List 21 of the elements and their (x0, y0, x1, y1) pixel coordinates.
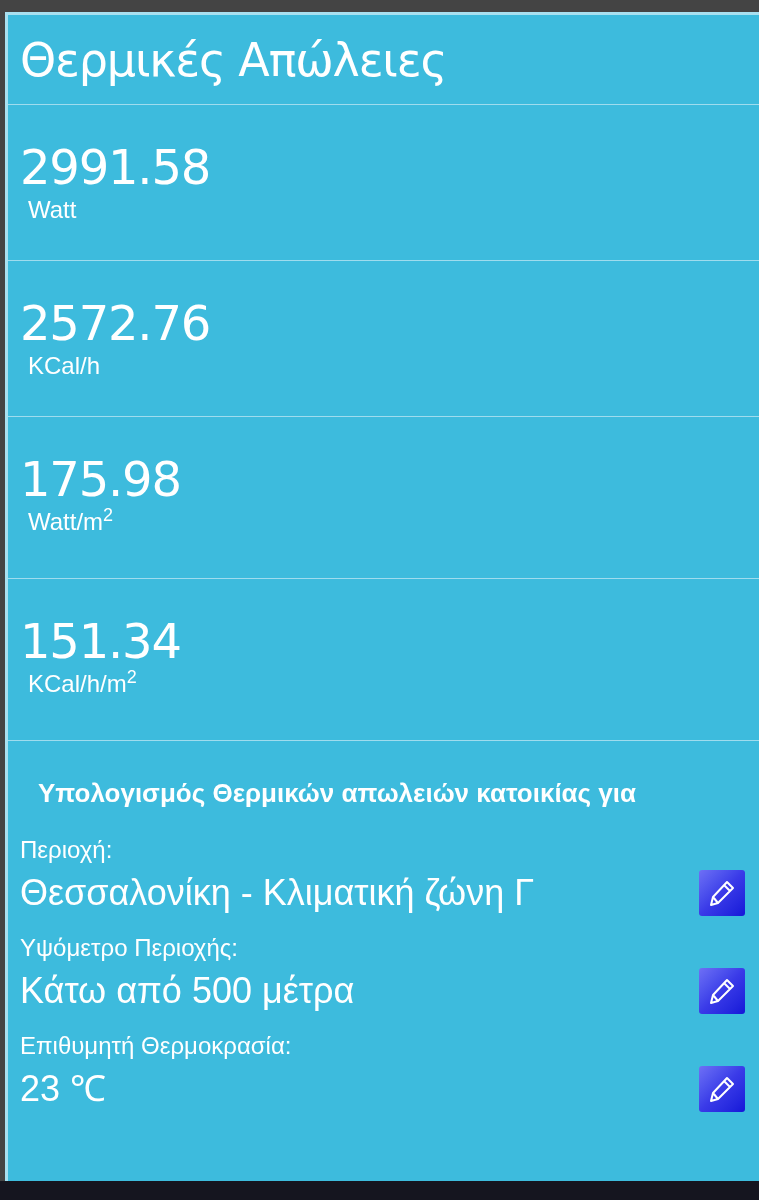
pencil-icon (707, 1074, 737, 1104)
result-unit: KCal/h (28, 351, 101, 381)
section-heading: Υπολογισμός Θερμικών απωλειών κατοικίας για (38, 777, 637, 810)
field-label: Υψόμετρο Περιοχής: (20, 933, 240, 963)
pencil-icon (707, 976, 737, 1006)
edit-button[interactable] (699, 968, 745, 1014)
result-value: 2991.58 (20, 139, 211, 195)
field-value: 23 ℃ (20, 1067, 107, 1111)
result-unit: Watt (28, 195, 77, 225)
result-unit: KCal/h/m$^{2}$ (28, 669, 137, 699)
field-value: Κάτω από 500 μέτρα (20, 969, 355, 1013)
edit-button[interactable] (699, 1066, 745, 1112)
edit-button[interactable] (699, 870, 745, 916)
result-unit: Watt/m$^{2}$ (28, 507, 114, 537)
pencil-icon (707, 878, 737, 908)
result-value: 175.98 (20, 451, 181, 507)
field-label: Επιθυμητή Θερμοκρασία: (20, 1031, 293, 1061)
result-value: 2572.76 (20, 295, 211, 351)
result-value: 151.34 (20, 613, 181, 669)
field-label: Περιοχή: (20, 835, 114, 865)
field-value: Θεσσαλονίκη - Κλιματική ζώνη Γ (20, 871, 535, 915)
